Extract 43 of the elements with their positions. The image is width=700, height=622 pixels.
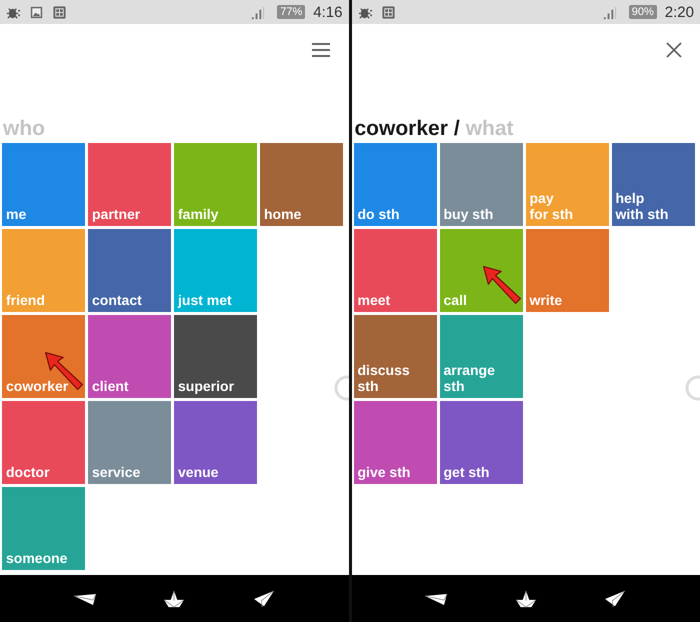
clock: 2:20 (664, 4, 694, 20)
category-tile[interactable]: service (88, 401, 171, 484)
paper-plane-icon[interactable] (603, 590, 628, 608)
clock: 4:16 (313, 4, 342, 20)
paper-plane-icon[interactable] (252, 590, 276, 608)
category-tile[interactable]: give sth (354, 401, 436, 484)
step-prompt: what (466, 117, 514, 141)
category-tile[interactable]: write (526, 229, 608, 312)
category-tile[interactable]: help with sth (612, 143, 694, 226)
category-tile[interactable]: partner (88, 143, 171, 226)
step-prompt: who (3, 117, 45, 141)
signal-icon (602, 4, 617, 20)
close-button[interactable] (664, 40, 684, 60)
category-tile[interactable]: friend (2, 229, 85, 312)
chosen-label: coworker (354, 117, 448, 141)
separator: / (454, 117, 460, 141)
category-tile[interactable]: me (2, 143, 85, 226)
category-tile[interactable]: discuss sth (354, 315, 436, 398)
category-tile[interactable]: family (174, 143, 257, 226)
signal-icon (250, 4, 266, 20)
category-tile[interactable]: buy sth (440, 143, 522, 226)
paper-boat-icon[interactable] (162, 590, 186, 608)
image-icon (29, 4, 44, 20)
category-tile[interactable]: call (440, 229, 522, 312)
category-tile[interactable]: coworker (2, 315, 85, 398)
category-tile[interactable]: doctor (2, 401, 85, 484)
paper-boat-icon[interactable] (514, 590, 538, 608)
category-tile[interactable]: get sth (440, 401, 522, 484)
category-tile[interactable]: pay for sth (526, 143, 608, 226)
grid-icon (52, 4, 67, 20)
category-tile[interactable]: superior (174, 315, 257, 398)
battery-indicator: 77% (277, 5, 306, 19)
category-tile[interactable]: someone (2, 487, 85, 570)
category-tile[interactable]: meet (354, 229, 436, 312)
category-tile[interactable]: client (88, 315, 171, 398)
category-tile[interactable]: contact (88, 229, 171, 312)
category-tile[interactable]: do sth (354, 143, 436, 226)
category-tile[interactable]: home (260, 143, 343, 226)
battery-indicator: 90% (628, 5, 657, 19)
category-tile[interactable]: arrange sth (440, 315, 522, 398)
category-tile[interactable]: just met (174, 229, 257, 312)
grid-icon (380, 4, 396, 20)
category-tile[interactable]: venue (174, 401, 257, 484)
